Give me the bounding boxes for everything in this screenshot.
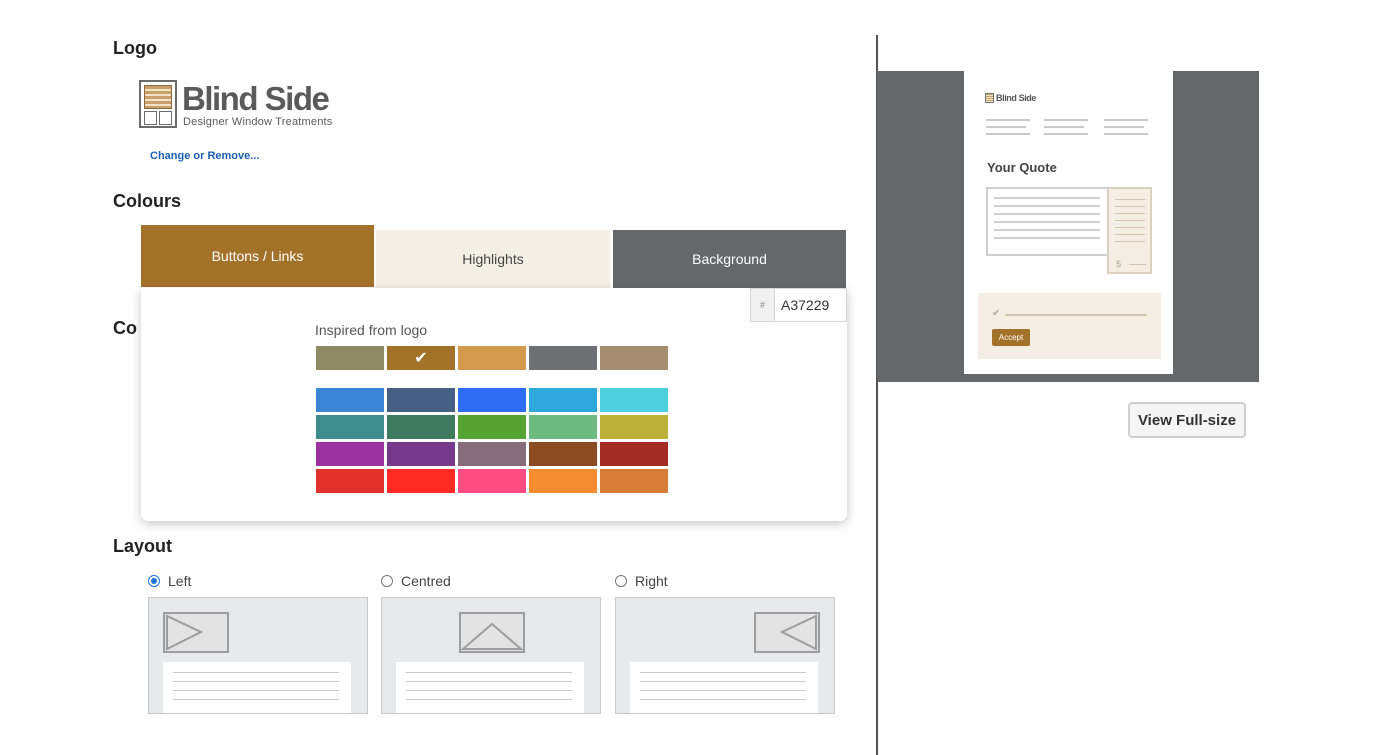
- logo-swatch-row: ✔: [316, 346, 668, 370]
- preview-logo-name: Blind Side: [996, 93, 1037, 103]
- image-placeholder-icon: [459, 612, 525, 653]
- palette-colour-swatch[interactable]: [600, 415, 668, 439]
- image-placeholder-icon: [163, 612, 229, 653]
- palette-colour-swatch[interactable]: [529, 415, 597, 439]
- logo-colour-swatch[interactable]: [458, 346, 526, 370]
- preview-logo: Blind Side: [985, 93, 1036, 103]
- check-icon: ✔: [992, 308, 1001, 319]
- palette-colour-swatch[interactable]: [600, 469, 668, 493]
- hash-label: #: [751, 289, 775, 321]
- preview-accept-button: Accept: [992, 329, 1030, 346]
- hex-colour-input[interactable]: [775, 289, 846, 321]
- quote-preview: Blind Side Your Quote $ ✔ Accept: [877, 71, 1259, 382]
- preview-accept-area: ✔ Accept: [978, 293, 1161, 359]
- partially-hidden-section-title: Co: [113, 318, 137, 338]
- palette-colour-swatch[interactable]: [529, 442, 597, 466]
- company-logo: Blind Side Designer Window Treatments: [139, 80, 349, 132]
- tab-background[interactable]: Background: [613, 230, 846, 288]
- layout-label-centred: Centred: [401, 573, 451, 589]
- checkmark-icon: ✔: [414, 350, 428, 367]
- preview-highlight-column: $: [1107, 187, 1152, 274]
- layout-section-title: Layout: [113, 536, 173, 556]
- logo-colour-swatch[interactable]: [529, 346, 597, 370]
- preview-address-block: [1044, 119, 1088, 140]
- colour-picker-popover: # Inspired from logo ✔: [141, 288, 847, 521]
- palette-colour-swatch[interactable]: [387, 442, 455, 466]
- layout-label-right: Right: [635, 573, 668, 589]
- layout-radio-left[interactable]: Left: [148, 573, 191, 589]
- radio-button-selected[interactable]: [148, 575, 160, 587]
- dollar-icon: $: [1116, 259, 1122, 269]
- logo-window-icon: [139, 80, 177, 128]
- palette-colour-swatch[interactable]: [458, 415, 526, 439]
- layout-label-left: Left: [168, 573, 192, 589]
- palette-colour-swatch[interactable]: [387, 388, 455, 412]
- palette-colour-swatch[interactable]: [600, 442, 668, 466]
- layout-radio-right[interactable]: Right: [615, 573, 668, 589]
- layout-thumbnail-centred[interactable]: [381, 597, 601, 714]
- change-or-remove-logo-link[interactable]: Change or Remove...: [150, 150, 259, 162]
- palette-colour-swatch[interactable]: [387, 469, 455, 493]
- logo-colour-swatch[interactable]: ✔: [387, 346, 455, 370]
- layout-radio-centred[interactable]: Centred: [381, 573, 451, 589]
- palette-colour-swatch[interactable]: [316, 415, 384, 439]
- layout-thumbnail-right[interactable]: [615, 597, 835, 714]
- logo-window-icon: [985, 93, 994, 103]
- palette-colour-swatch[interactable]: [458, 442, 526, 466]
- preview-address-block: [1104, 119, 1148, 140]
- palette-colour-swatch[interactable]: [529, 469, 597, 493]
- palette-colour-swatch[interactable]: [316, 388, 384, 412]
- logo-colour-swatch[interactable]: [316, 346, 384, 370]
- logo-section-title: Logo: [113, 38, 157, 58]
- radio-button[interactable]: [381, 575, 393, 587]
- tab-buttons-links[interactable]: Buttons / Links: [141, 225, 374, 287]
- radio-button[interactable]: [615, 575, 627, 587]
- palette-colour-swatch[interactable]: [529, 388, 597, 412]
- palette-colour-swatch[interactable]: [458, 469, 526, 493]
- logo-tagline: Designer Window Treatments: [183, 116, 333, 128]
- preview-title: Your Quote: [987, 160, 1057, 175]
- palette-swatch-grid: [316, 388, 668, 493]
- palette-colour-swatch[interactable]: [316, 469, 384, 493]
- tab-highlights[interactable]: Highlights: [376, 230, 610, 288]
- preview-document: Blind Side Your Quote $ ✔ Accept: [964, 71, 1173, 374]
- colours-section-title: Colours: [113, 191, 182, 211]
- layout-thumbnail-left[interactable]: [148, 597, 368, 714]
- logo-colour-swatch[interactable]: [600, 346, 668, 370]
- hex-colour-field: #: [750, 288, 847, 322]
- palette-colour-swatch[interactable]: [316, 442, 384, 466]
- palette-colour-swatch[interactable]: [387, 415, 455, 439]
- logo-name: Blind Side: [182, 80, 330, 117]
- preview-address-block: [986, 119, 1030, 140]
- palette-colour-swatch[interactable]: [458, 388, 526, 412]
- view-full-size-button[interactable]: View Full-size: [1128, 402, 1246, 438]
- palette-colour-swatch[interactable]: [600, 388, 668, 412]
- image-placeholder-icon: [754, 612, 820, 653]
- inspired-from-logo-label: Inspired from logo: [315, 322, 428, 338]
